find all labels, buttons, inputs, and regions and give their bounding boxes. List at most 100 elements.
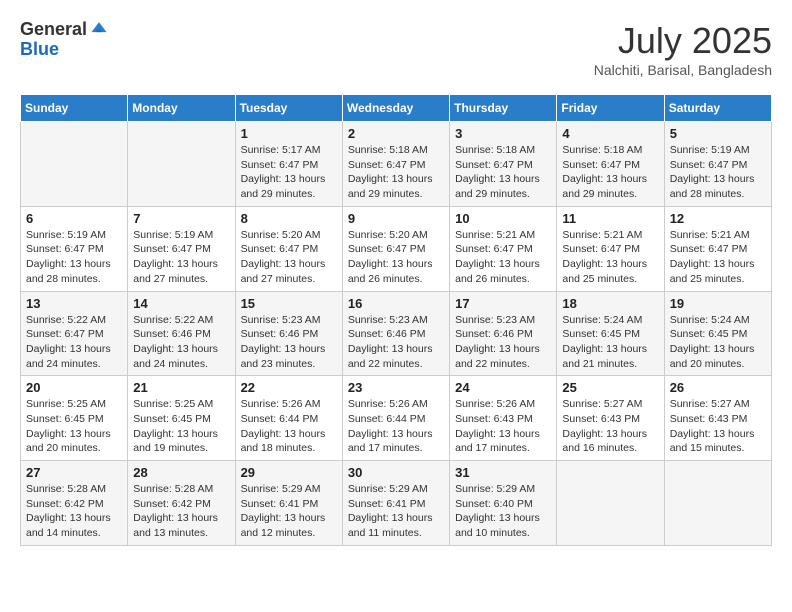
calendar-cell: 13 Sunrise: 5:22 AM Sunset: 6:47 PM Dayli…	[21, 291, 128, 376]
calendar-cell: 17Sunrise: 5:23 AM Sunset: 6:46 PM Dayli…	[450, 291, 557, 376]
day-number: 31	[455, 465, 551, 480]
day-info: Sunrise: 5:17 AM Sunset: 6:47 PM Dayligh…	[241, 143, 337, 202]
calendar-cell: 9 Sunrise: 5:20 AM Sunset: 6:47 PM Daylig…	[342, 206, 449, 291]
day-number: 11	[562, 211, 658, 226]
calendar-cell: 16 Sunrise: 5:23 AM Sunset: 6:46 PM Dayli…	[342, 291, 449, 376]
day-number: 30	[348, 465, 444, 480]
day-number: 8	[241, 211, 337, 226]
calendar-cell: 28Sunrise: 5:28 AM Sunset: 6:42 PM Dayli…	[128, 461, 235, 546]
day-info: Sunrise: 5:24 AM Sunset: 6:45 PM Dayligh…	[670, 313, 766, 372]
calendar-week-row: 20 Sunrise: 5:25 AM Sunset: 6:45 PM Dayli…	[21, 376, 772, 461]
calendar-cell	[557, 461, 664, 546]
calendar-cell: 4Sunrise: 5:18 AM Sunset: 6:47 PM Daylig…	[557, 122, 664, 207]
calendar-cell: 2 Sunrise: 5:18 AM Sunset: 6:47 PM Daylig…	[342, 122, 449, 207]
day-info: Sunrise: 5:20 AM Sunset: 6:47 PM Dayligh…	[348, 228, 444, 287]
calendar-cell: 30 Sunrise: 5:29 AM Sunset: 6:41 PM Dayli…	[342, 461, 449, 546]
day-number: 25	[562, 380, 658, 395]
day-number: 5	[670, 126, 766, 141]
calendar-table: SundayMondayTuesdayWednesdayThursdayFrid…	[20, 94, 772, 546]
day-info: Sunrise: 5:23 AM Sunset: 6:46 PM Dayligh…	[455, 313, 551, 372]
day-number: 23	[348, 380, 444, 395]
day-info: Sunrise: 5:28 AM Sunset: 6:42 PM Dayligh…	[133, 482, 229, 541]
day-info: Sunrise: 5:27 AM Sunset: 6:43 PM Dayligh…	[670, 397, 766, 456]
day-info: Sunrise: 5:23 AM Sunset: 6:46 PM Dayligh…	[348, 313, 444, 372]
calendar-cell: 24 Sunrise: 5:26 AM Sunset: 6:43 PM Dayli…	[450, 376, 557, 461]
calendar-cell: 25 Sunrise: 5:27 AM Sunset: 6:43 PM Dayli…	[557, 376, 664, 461]
calendar-cell	[21, 122, 128, 207]
title-block: July 2025 Nalchiti, Barisal, Bangladesh	[594, 20, 772, 78]
calendar-cell: 21 Sunrise: 5:25 AM Sunset: 6:45 PM Dayli…	[128, 376, 235, 461]
logo-icon	[89, 18, 109, 38]
calendar-week-row: 6 Sunrise: 5:19 AM Sunset: 6:47 PM Daylig…	[21, 206, 772, 291]
calendar-cell: 8 Sunrise: 5:20 AM Sunset: 6:47 PM Daylig…	[235, 206, 342, 291]
day-info: Sunrise: 5:24 AM Sunset: 6:45 PM Dayligh…	[562, 313, 658, 372]
day-info: Sunrise: 5:18 AM Sunset: 6:47 PM Dayligh…	[348, 143, 444, 202]
calendar-cell: 5 Sunrise: 5:19 AM Sunset: 6:47 PM Daylig…	[664, 122, 771, 207]
month-title: July 2025	[594, 20, 772, 62]
day-info: Sunrise: 5:27 AM Sunset: 6:43 PM Dayligh…	[562, 397, 658, 456]
calendar-cell: 22Sunrise: 5:26 AM Sunset: 6:44 PM Dayli…	[235, 376, 342, 461]
day-number: 16	[348, 296, 444, 311]
day-number: 14	[133, 296, 229, 311]
day-number: 9	[348, 211, 444, 226]
day-number: 24	[455, 380, 551, 395]
day-number: 22	[241, 380, 337, 395]
calendar-cell: 6 Sunrise: 5:19 AM Sunset: 6:47 PM Daylig…	[21, 206, 128, 291]
day-info: Sunrise: 5:25 AM Sunset: 6:45 PM Dayligh…	[133, 397, 229, 456]
day-info: Sunrise: 5:29 AM Sunset: 6:40 PM Dayligh…	[455, 482, 551, 541]
calendar-cell: 26 Sunrise: 5:27 AM Sunset: 6:43 PM Dayli…	[664, 376, 771, 461]
calendar-week-row: 27 Sunrise: 5:28 AM Sunset: 6:42 PM Dayli…	[21, 461, 772, 546]
day-info: Sunrise: 5:22 AM Sunset: 6:47 PM Dayligh…	[26, 313, 122, 372]
day-number: 6	[26, 211, 122, 226]
day-number: 12	[670, 211, 766, 226]
day-of-week-header: Saturday	[664, 95, 771, 122]
day-number: 4	[562, 126, 658, 141]
day-of-week-header: Wednesday	[342, 95, 449, 122]
calendar-cell: 14Sunrise: 5:22 AM Sunset: 6:46 PM Dayli…	[128, 291, 235, 376]
day-info: Sunrise: 5:19 AM Sunset: 6:47 PM Dayligh…	[670, 143, 766, 202]
day-info: Sunrise: 5:23 AM Sunset: 6:46 PM Dayligh…	[241, 313, 337, 372]
day-number: 13	[26, 296, 122, 311]
day-number: 27	[26, 465, 122, 480]
logo-general-text: General	[20, 20, 87, 40]
day-of-week-header: Monday	[128, 95, 235, 122]
calendar-cell: 18Sunrise: 5:24 AM Sunset: 6:45 PM Dayli…	[557, 291, 664, 376]
day-info: Sunrise: 5:26 AM Sunset: 6:43 PM Dayligh…	[455, 397, 551, 456]
calendar-cell: 10Sunrise: 5:21 AM Sunset: 6:47 PM Dayli…	[450, 206, 557, 291]
calendar-cell	[128, 122, 235, 207]
day-info: Sunrise: 5:26 AM Sunset: 6:44 PM Dayligh…	[348, 397, 444, 456]
day-number: 21	[133, 380, 229, 395]
day-info: Sunrise: 5:20 AM Sunset: 6:47 PM Dayligh…	[241, 228, 337, 287]
day-number: 2	[348, 126, 444, 141]
calendar-cell: 11Sunrise: 5:21 AM Sunset: 6:47 PM Dayli…	[557, 206, 664, 291]
calendar-cell: 27 Sunrise: 5:28 AM Sunset: 6:42 PM Dayli…	[21, 461, 128, 546]
day-info: Sunrise: 5:18 AM Sunset: 6:47 PM Dayligh…	[455, 143, 551, 202]
day-info: Sunrise: 5:29 AM Sunset: 6:41 PM Dayligh…	[348, 482, 444, 541]
calendar-header-row: SundayMondayTuesdayWednesdayThursdayFrid…	[21, 95, 772, 122]
page-header: General Blue July 2025 Nalchiti, Barisal…	[20, 20, 772, 78]
day-info: Sunrise: 5:25 AM Sunset: 6:45 PM Dayligh…	[26, 397, 122, 456]
logo-blue-text: Blue	[20, 40, 109, 60]
calendar-week-row: 1 Sunrise: 5:17 AM Sunset: 6:47 PM Daylig…	[21, 122, 772, 207]
calendar-cell: 1 Sunrise: 5:17 AM Sunset: 6:47 PM Daylig…	[235, 122, 342, 207]
day-info: Sunrise: 5:21 AM Sunset: 6:47 PM Dayligh…	[455, 228, 551, 287]
day-number: 20	[26, 380, 122, 395]
day-info: Sunrise: 5:21 AM Sunset: 6:47 PM Dayligh…	[670, 228, 766, 287]
calendar-cell: 23 Sunrise: 5:26 AM Sunset: 6:44 PM Dayli…	[342, 376, 449, 461]
calendar-cell: 31 Sunrise: 5:29 AM Sunset: 6:40 PM Dayli…	[450, 461, 557, 546]
day-number: 1	[241, 126, 337, 141]
day-info: Sunrise: 5:28 AM Sunset: 6:42 PM Dayligh…	[26, 482, 122, 541]
calendar-cell: 29 Sunrise: 5:29 AM Sunset: 6:41 PM Dayli…	[235, 461, 342, 546]
calendar-body: 1 Sunrise: 5:17 AM Sunset: 6:47 PM Daylig…	[21, 122, 772, 546]
calendar-cell: 12 Sunrise: 5:21 AM Sunset: 6:47 PM Dayli…	[664, 206, 771, 291]
day-info: Sunrise: 5:29 AM Sunset: 6:41 PM Dayligh…	[241, 482, 337, 541]
calendar-cell: 20 Sunrise: 5:25 AM Sunset: 6:45 PM Dayli…	[21, 376, 128, 461]
day-of-week-header: Sunday	[21, 95, 128, 122]
logo: General Blue	[20, 20, 109, 60]
day-of-week-header: Thursday	[450, 95, 557, 122]
day-number: 29	[241, 465, 337, 480]
day-number: 26	[670, 380, 766, 395]
day-of-week-header: Friday	[557, 95, 664, 122]
day-info: Sunrise: 5:19 AM Sunset: 6:47 PM Dayligh…	[26, 228, 122, 287]
calendar-cell	[664, 461, 771, 546]
